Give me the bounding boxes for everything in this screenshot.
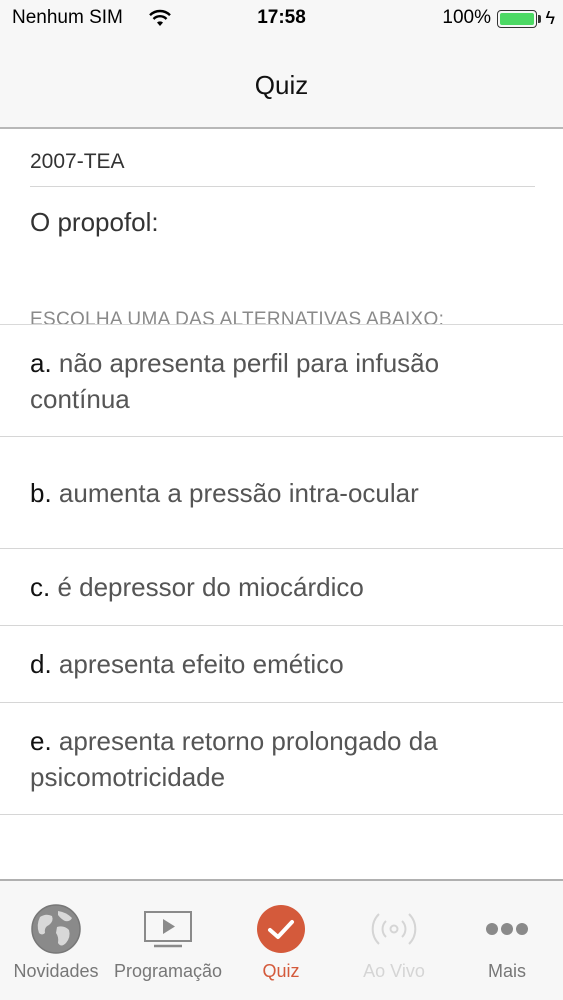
option-content: e. apresenta retorno prolongado da psico…: [30, 723, 473, 795]
option-text: é depressor do miocárdico: [57, 572, 364, 602]
quiz-screen: Nenhum SIM 17:58 100% ϟ Quiz 2007-TEA O …: [0, 0, 563, 1000]
option-text: apresenta retorno prolongado da psicomot…: [30, 725, 438, 792]
option-letter: a.: [30, 347, 59, 378]
answer-option-c[interactable]: c. é depressor do miocárdico: [0, 549, 563, 626]
option-text: aumenta a pressão intra-ocular: [58, 477, 419, 508]
battery-percent: 100%: [442, 7, 491, 28]
option-letter: d.: [30, 649, 59, 679]
status-bar: Nenhum SIM 17:58 100% ϟ: [0, 0, 563, 40]
option-letter: c.: [30, 572, 58, 602]
option-content: a. não apresenta perfil para infusão con…: [30, 345, 473, 417]
tab-label: Mais: [487, 961, 526, 981]
page-title: Quiz: [254, 70, 309, 100]
battery-tip: [538, 15, 541, 23]
battery-icon: [497, 10, 537, 28]
question-text: O propofol:: [30, 207, 159, 237]
battery-fill: [500, 13, 534, 25]
answer-option-a[interactable]: a. não apresenta perfil para infusão con…: [0, 325, 563, 437]
play-screen-icon: [144, 911, 192, 948]
answer-options: a. não apresenta perfil para infusão con…: [0, 325, 563, 815]
option-letter: e.: [30, 725, 59, 756]
checkmark-circle-icon: [257, 905, 305, 953]
more-dots-icon: [486, 923, 528, 935]
navigation-bar: Quiz: [0, 40, 563, 129]
broadcast-icon: [371, 913, 417, 945]
option-content: b. aumenta a pressão intra-ocular: [30, 475, 419, 511]
tab-mais[interactable]: Mais: [451, 881, 563, 1000]
tab-novidades[interactable]: Novidades: [0, 881, 112, 1000]
answer-option-b[interactable]: b. aumenta a pressão intra-ocular: [0, 437, 563, 549]
tab-programacao[interactable]: Programação: [112, 881, 224, 1000]
option-content: d. apresenta efeito emético: [30, 646, 344, 682]
option-text: não apresenta perfil para infusão contín…: [30, 347, 440, 414]
option-text: apresenta efeito emético: [58, 649, 344, 679]
charging-bolt-icon: ϟ: [545, 8, 555, 28]
answer-option-e[interactable]: e. apresenta retorno prolongado da psico…: [0, 703, 563, 815]
quiz-content: 2007-TEA O propofol: ESCOLHA UMA DAS ALT…: [0, 129, 563, 815]
tab-ao-vivo[interactable]: Ao Vivo: [338, 881, 450, 1000]
option-content: c. é depressor do miocárdico: [30, 569, 364, 605]
answer-option-d[interactable]: d. apresenta efeito emético: [0, 626, 563, 703]
globe-icon: [31, 904, 81, 954]
tab-bar: Novidades Programação Quiz Ao Vivo Mais: [0, 879, 563, 1000]
tab-quiz[interactable]: Quiz: [225, 881, 337, 1000]
option-letter: b.: [30, 477, 59, 508]
question-source: 2007-TEA: [30, 129, 535, 187]
